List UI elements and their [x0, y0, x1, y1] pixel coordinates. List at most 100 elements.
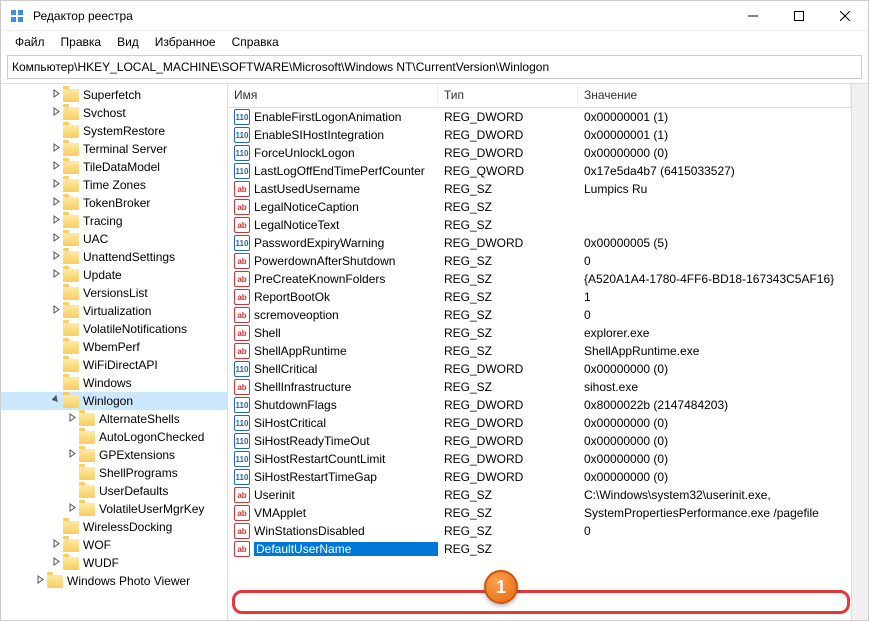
- tree-item[interactable]: Update: [1, 266, 227, 284]
- value-row[interactable]: 110SiHostRestartTimeGapREG_DWORD0x000000…: [228, 468, 851, 486]
- value-row[interactable]: abShellREG_SZexplorer.exe: [228, 324, 851, 342]
- maximize-button[interactable]: [776, 1, 822, 31]
- tree-item[interactable]: UAC: [1, 230, 227, 248]
- tree-item-label: VolatileNotifications: [83, 322, 187, 336]
- tree-item[interactable]: AlternateShells: [1, 410, 227, 428]
- expand-icon[interactable]: [49, 215, 63, 227]
- tree-item-label: Windows: [83, 376, 132, 390]
- value-row[interactable]: abDefaultUserNameREG_SZ: [228, 540, 851, 558]
- folder-icon: [63, 395, 79, 408]
- value-row[interactable]: abPreCreateKnownFoldersREG_SZ{A520A1A4-1…: [228, 270, 851, 288]
- expand-icon[interactable]: [49, 269, 63, 281]
- expand-icon[interactable]: [33, 575, 47, 587]
- collapse-icon[interactable]: [49, 395, 63, 407]
- tree-item[interactable]: Windows Photo Viewer: [1, 572, 227, 590]
- value-row[interactable]: abUserinitREG_SZC:\Windows\system32\user…: [228, 486, 851, 504]
- expand-icon[interactable]: [49, 539, 63, 551]
- col-header-name[interactable]: Имя: [228, 84, 438, 107]
- tree-item[interactable]: Tracing: [1, 212, 227, 230]
- tree-item[interactable]: GPExtensions: [1, 446, 227, 464]
- tree-item[interactable]: VolatileNotifications: [1, 320, 227, 338]
- tree-item[interactable]: Terminal Server: [1, 140, 227, 158]
- expand-icon[interactable]: [49, 233, 63, 245]
- value-row[interactable]: 110ShellCriticalREG_DWORD0x00000000 (0): [228, 360, 851, 378]
- value-row[interactable]: abPowerdownAfterShutdownREG_SZ0: [228, 252, 851, 270]
- close-button[interactable]: [822, 1, 868, 31]
- tree-item[interactable]: TileDataModel: [1, 158, 227, 176]
- tree-item[interactable]: VolatileUserMgrKey: [1, 500, 227, 518]
- menu-edit[interactable]: Правка: [53, 33, 110, 51]
- value-row[interactable]: 110SiHostRestartCountLimitREG_DWORD0x000…: [228, 450, 851, 468]
- values-list[interactable]: 110EnableFirstLogonAnimationREG_DWORD0x0…: [228, 108, 851, 620]
- tree-item[interactable]: Virtualization: [1, 302, 227, 320]
- tree-item[interactable]: Windows: [1, 374, 227, 392]
- expand-icon[interactable]: [49, 161, 63, 173]
- value-row[interactable]: abWinStationsDisabledREG_SZ0: [228, 522, 851, 540]
- value-row[interactable]: abVMAppletREG_SZSystemPropertiesPerforma…: [228, 504, 851, 522]
- expand-icon[interactable]: [49, 143, 63, 155]
- tree-item[interactable]: SystemRestore: [1, 122, 227, 140]
- tree-item[interactable]: AutoLogonChecked: [1, 428, 227, 446]
- value-row[interactable]: 110ForceUnlockLogonREG_DWORD0x00000000 (…: [228, 144, 851, 162]
- value-row[interactable]: 110SiHostReadyTimeOutREG_DWORD0x00000000…: [228, 432, 851, 450]
- tree-panel[interactable]: SuperfetchSvchostSystemRestoreTerminal S…: [1, 84, 228, 620]
- expand-icon[interactable]: [65, 413, 79, 425]
- tree-item[interactable]: Time Zones: [1, 176, 227, 194]
- tree-item[interactable]: Superfetch: [1, 86, 227, 104]
- expand-icon[interactable]: [49, 107, 63, 119]
- tree-item-label: UserDefaults: [99, 484, 168, 498]
- tree-item-label: GPExtensions: [99, 448, 175, 462]
- value-row[interactable]: 110EnableSIHostIntegrationREG_DWORD0x000…: [228, 126, 851, 144]
- menu-view[interactable]: Вид: [109, 33, 147, 51]
- value-data: sihost.exe: [578, 380, 851, 394]
- folder-icon: [63, 287, 79, 300]
- value-row[interactable]: abShellInfrastructureREG_SZsihost.exe: [228, 378, 851, 396]
- value-row[interactable]: 110SiHostCriticalREG_DWORD0x00000000 (0): [228, 414, 851, 432]
- tree-item[interactable]: ShellPrograms: [1, 464, 227, 482]
- value-row[interactable]: abLegalNoticeCaptionREG_SZ: [228, 198, 851, 216]
- expand-icon[interactable]: [49, 197, 63, 209]
- tree-item[interactable]: Svchost: [1, 104, 227, 122]
- tree-item[interactable]: TokenBroker: [1, 194, 227, 212]
- tree-item[interactable]: WbemPerf: [1, 338, 227, 356]
- expand-icon[interactable]: [49, 305, 63, 317]
- menu-file[interactable]: Файл: [7, 33, 53, 51]
- col-header-value[interactable]: Значение: [578, 84, 851, 107]
- minimize-button[interactable]: [730, 1, 776, 31]
- value-row[interactable]: 110PasswordExpiryWarningREG_DWORD0x00000…: [228, 234, 851, 252]
- expand-icon[interactable]: [65, 449, 79, 461]
- tree-item[interactable]: UnattendSettings: [1, 248, 227, 266]
- tree-item[interactable]: WOF: [1, 536, 227, 554]
- value-row[interactable]: 110LastLogOffEndTimePerfCounterREG_QWORD…: [228, 162, 851, 180]
- vertical-scrollbar[interactable]: [851, 84, 868, 620]
- string-value-icon: ab: [234, 217, 250, 233]
- expand-icon[interactable]: [49, 557, 63, 569]
- address-bar[interactable]: Компьютер\HKEY_LOCAL_MACHINE\SOFTWARE\Mi…: [7, 55, 862, 79]
- value-row[interactable]: 110EnableFirstLogonAnimationREG_DWORD0x0…: [228, 108, 851, 126]
- expand-icon[interactable]: [65, 503, 79, 515]
- value-data: 0: [578, 254, 851, 268]
- value-row[interactable]: abLastUsedUsernameREG_SZLumpics Ru: [228, 180, 851, 198]
- string-value-icon: ab: [234, 253, 250, 269]
- value-row[interactable]: abShellAppRuntimeREG_SZShellAppRuntime.e…: [228, 342, 851, 360]
- menu-help[interactable]: Справка: [224, 33, 287, 51]
- value-row[interactable]: abReportBootOkREG_SZ1: [228, 288, 851, 306]
- expand-icon[interactable]: [49, 179, 63, 191]
- menu-favorites[interactable]: Избранное: [147, 33, 224, 51]
- folder-icon: [63, 179, 79, 192]
- value-data: SystemPropertiesPerformance.exe /pagefil…: [578, 506, 851, 520]
- col-header-type[interactable]: Тип: [438, 84, 578, 107]
- expand-icon[interactable]: [49, 251, 63, 263]
- tree-item[interactable]: Winlogon: [1, 392, 227, 410]
- value-row[interactable]: abLegalNoticeTextREG_SZ: [228, 216, 851, 234]
- tree-item[interactable]: VersionsList: [1, 284, 227, 302]
- tree-item[interactable]: WirelessDocking: [1, 518, 227, 536]
- value-row[interactable]: 110ShutdownFlagsREG_DWORD0x8000022b (214…: [228, 396, 851, 414]
- tree-item[interactable]: UserDefaults: [1, 482, 227, 500]
- tree-item[interactable]: WUDF: [1, 554, 227, 572]
- tree-item[interactable]: WiFiDirectAPI: [1, 356, 227, 374]
- value-row[interactable]: abscremoveoptionREG_SZ0: [228, 306, 851, 324]
- string-value-icon: ab: [234, 523, 250, 539]
- expand-icon[interactable]: [49, 89, 63, 101]
- value-name: SiHostReadyTimeOut: [254, 434, 438, 448]
